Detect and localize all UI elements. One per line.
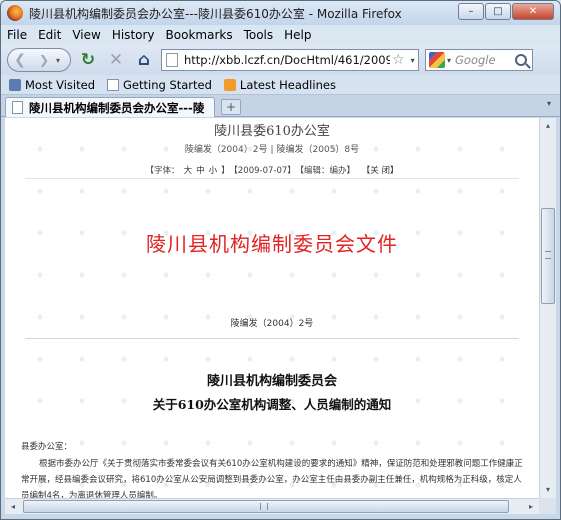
scroll-up-icon[interactable]: ▴ [540, 118, 556, 134]
browser-window: 陵川县机构编制委员会办公室---陵川县委610办公室 - Mozilla Fir… [0, 0, 561, 520]
menu-bookmarks[interactable]: Bookmarks [166, 28, 233, 42]
related-doc-link[interactable]: 陵编发（2004）2号 [185, 145, 268, 155]
document-number: 陵编发（2004）2号 [230, 319, 314, 329]
bookmark-label: Most Visited [25, 77, 95, 92]
font-size-medium[interactable]: 中 [196, 166, 205, 176]
close-button[interactable]: ✕ [512, 3, 554, 20]
menu-edit[interactable]: Edit [38, 28, 61, 42]
url-bar[interactable]: http://xbb.lczf.cn/DocHtml/461/2009/7/7/… [161, 49, 419, 71]
forward-button[interactable]: ❯ [32, 49, 56, 71]
google-icon[interactable] [429, 52, 445, 68]
divider [25, 178, 519, 179]
maximize-button[interactable]: □ [485, 3, 511, 20]
title-bar[interactable]: 陵川县机构编制委员会办公室---陵川县委610办公室 - Mozilla Fir… [1, 1, 560, 25]
bookmark-label: Getting Started [123, 77, 212, 92]
separator: | [270, 145, 274, 155]
bookmark-getting-started[interactable]: Getting Started [107, 78, 212, 92]
navigation-toolbar: ❮ ❯ ▾ ↻ ✕ ⌂ http://xbb.lczf.cn/DocHtml/4… [1, 45, 560, 75]
bookmark-most-visited[interactable]: Most Visited [9, 78, 95, 92]
vertical-scroll-thumb[interactable] [541, 208, 555, 304]
scroll-left-icon[interactable]: ◂ [5, 499, 21, 514]
related-doc-link[interactable]: 陵编发（2005）8号 [277, 145, 360, 155]
document-body: 根据市委办公厅《关于贯彻落实市委常委会议有关610办公室机构建设的要求的通知》精… [21, 459, 523, 498]
search-engine-dropdown-icon[interactable]: ▾ [447, 56, 451, 65]
firefox-logo-icon [7, 5, 23, 21]
document-subject: 关于610办公室机构调整、人员编制的通知 [152, 397, 392, 412]
scroll-down-icon[interactable]: ▾ [540, 482, 556, 498]
most-visited-icon [9, 78, 21, 91]
search-bar[interactable]: ▾ Google [425, 49, 533, 71]
font-size-small[interactable]: 小 [209, 166, 218, 176]
divider [25, 338, 519, 339]
reload-icon[interactable]: ↻ [77, 49, 99, 71]
bookmark-label: Latest Headlines [239, 77, 336, 92]
vertical-scrollbar[interactable]: ▴ ▾ [539, 118, 556, 498]
url-dropdown-icon[interactable]: ▾ [411, 56, 415, 65]
page-icon [107, 78, 119, 91]
rss-icon [223, 78, 236, 91]
tab-active[interactable]: 陵川县机构编制委员会办公室---陵... [5, 97, 215, 117]
issuing-organization: 陵川县机构编制委员会 [206, 374, 337, 389]
related-documents: 陵编发（2004）2号 | 陵编发（2005）8号 [5, 142, 539, 155]
grip-icon [545, 251, 551, 259]
minimize-button[interactable]: – [458, 3, 484, 20]
new-tab-button[interactable]: + [221, 99, 241, 115]
home-icon[interactable]: ⌂ [133, 49, 155, 71]
url-input[interactable]: http://xbb.lczf.cn/DocHtml/461/2009/7/7/… [184, 53, 390, 67]
grip-icon [260, 503, 268, 510]
horizontal-scrollbar[interactable]: ◂ ▸ [5, 498, 539, 514]
bookmark-latest-headlines[interactable]: Latest Headlines [223, 77, 336, 92]
menu-bar: File Edit View History Bookmarks Tools H… [1, 25, 560, 45]
menu-help[interactable]: Help [284, 28, 311, 42]
editor-info: 【编辑：编办】 [299, 166, 356, 176]
bookmark-star-icon[interactable]: ☆ [392, 52, 405, 68]
search-icon[interactable] [515, 54, 528, 66]
tab-label: 陵川县机构编制委员会办公室---陵... [29, 100, 205, 115]
page-content: 陵川县委610办公室 陵编发（2004）2号 | 陵编发（2005）8号 【字体：大… [5, 118, 539, 498]
bookmarks-toolbar: Most Visited Getting Started Latest Head… [1, 75, 560, 95]
horizontal-scroll-thumb[interactable] [23, 500, 509, 513]
menu-history[interactable]: History [112, 28, 155, 42]
window-controls: – □ ✕ [457, 3, 554, 20]
font-size-large[interactable]: 大 [184, 166, 193, 176]
document-red-title: 陵川县机构编制委员会文件 [146, 232, 398, 256]
scroll-right-icon[interactable]: ▸ [523, 499, 539, 514]
font-size-label: 【字体： [145, 166, 180, 176]
site-identity-icon[interactable] [166, 53, 178, 67]
menu-tools[interactable]: Tools [244, 28, 274, 42]
menu-file[interactable]: File [7, 28, 27, 42]
menu-view[interactable]: View [72, 28, 100, 42]
back-forward-group: ❮ ❯ ▾ [7, 48, 71, 72]
article-tools: 【字体： 大中小】【2009-07-07】 【编辑：编办】 【关 闭】 [5, 164, 539, 176]
window-title: 陵川县机构编制委员会办公室---陵川县委610办公室 - Mozilla Fir… [29, 6, 402, 21]
tab-strip: 陵川县机构编制委员会办公室---陵... + ▾ [1, 95, 560, 117]
page-icon [12, 101, 23, 114]
stop-icon[interactable]: ✕ [105, 49, 127, 71]
tab-list-dropdown-icon[interactable]: ▾ [542, 99, 556, 113]
font-size-end: 】 [221, 166, 230, 176]
publish-date: 【2009-07-07】 [233, 166, 296, 176]
document-addressee: 县委办公室： [21, 442, 73, 452]
page-header: 陵川县委610办公室 [214, 124, 330, 139]
history-dropdown-icon[interactable]: ▾ [56, 56, 68, 65]
close-page-link[interactable]: 【关 闭】 [362, 166, 399, 176]
scrollbar-corner [539, 498, 556, 514]
back-button[interactable]: ❮ [8, 49, 32, 71]
search-input[interactable]: Google [455, 53, 509, 67]
